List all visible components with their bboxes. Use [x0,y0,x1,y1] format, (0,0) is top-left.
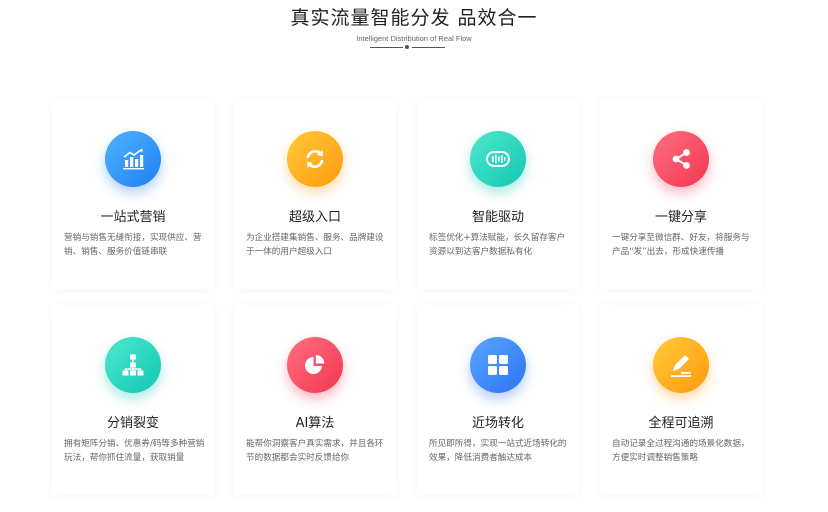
card-description: 自动记录全过程沟通的场景化数据，方便实时调整销售策略 [612,439,750,463]
feature-card-one-stop-marketing[interactable]: 一站式营销 营销与销售无缝衔接，实现供应、营销、销售、服务价值链串联 [52,99,214,289]
card-description: 能帮你洞察客户真实需求，并且各环节的数据都会实时反馈给你 [246,439,384,463]
feature-card-one-click-share[interactable]: 一键分享 一键分享至微信群、好友，将服务与产品“发”出去，形成快速传播 [600,99,762,289]
card-title: 一站式营销 [100,210,166,225]
bar-chart-icon [105,131,161,187]
section-title: 真实流量智能分发 品效合一 [290,7,538,29]
card-description: 一键分享至微信群、好友，将服务与产品“发”出去，形成快速传播 [612,233,750,257]
card-title: 近场转化 [471,416,524,431]
card-title: 一键分享 [654,210,707,225]
feature-card-smart-drive[interactable]: 智能驱动 标签优化+算法赋能，长久留存客户资源以到达客户数据私有化 [417,99,579,289]
pie-chart-icon [287,337,343,393]
card-title: 分销裂变 [106,416,159,431]
feature-card-distribution-fission[interactable]: 分销裂变 拥有矩阵分销、优惠券/码等多种营销玩法，帮你抓住流量，获取销量 [52,305,214,495]
feature-card-ai-algorithm[interactable]: AI算法 能帮你洞察客户真实需求，并且各环节的数据都会实时反馈给你 [234,305,396,495]
feature-card-full-traceability[interactable]: 全程可追溯 自动记录全过程沟通的场景化数据，方便实时调整销售策略 [600,305,762,495]
card-description: 所见即所得，实现一站式近场转化的效果，降低消费者触达成本 [429,439,567,463]
grid-icon [470,337,526,393]
card-description: 标签优化+算法赋能，长久留存客户资源以到达客户数据私有化 [429,233,566,257]
card-description: 为企业搭建集销售、服务、品牌建设于一体的用户超级入口 [246,233,384,257]
refresh-icon [287,131,343,187]
feature-card-near-field-conversion[interactable]: 近场转化 所见即所得，实现一站式近场转化的效果，降低消费者触达成本 [417,305,579,495]
org-chart-icon [105,337,161,393]
title-divider [370,45,445,49]
card-title: 超级入口 [288,210,341,225]
card-title: AI算法 [295,416,335,431]
section-header: 真实流量智能分发 品效合一 Intelligent Distribution o… [0,6,828,44]
edit-icon [653,337,709,393]
feature-card-super-entrance[interactable]: 超级入口 为企业搭建集销售、服务、品牌建设于一体的用户超级入口 [234,99,396,289]
card-description: 营销与销售无缝衔接，实现供应、营销、销售、服务价值链串联 [64,233,202,257]
card-description: 拥有矩阵分销、优惠券/码等多种营销玩法，帮你抓住流量，获取销量 [64,439,205,463]
sound-wave-icon [470,131,526,187]
card-title: 全程可追溯 [648,416,714,431]
card-title: 智能驱动 [471,210,524,225]
share-icon [653,131,709,187]
section-subtitle: Intelligent Distribution of Real Flow [356,34,472,43]
